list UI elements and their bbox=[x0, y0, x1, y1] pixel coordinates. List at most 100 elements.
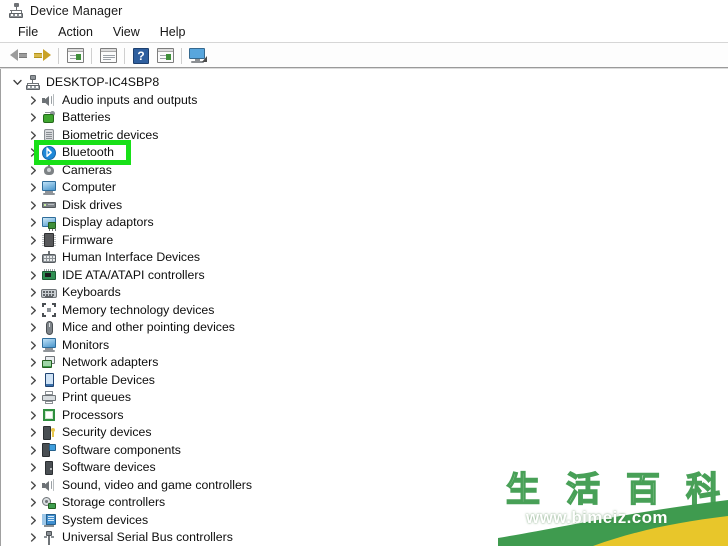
toolbar: ? bbox=[0, 43, 728, 68]
tree-row-portable-devices[interactable]: Portable Devices bbox=[1, 372, 728, 390]
tree-row-sound-video-and-game-controllers[interactable]: Sound, video and game controllers bbox=[1, 477, 728, 495]
monitor-icon bbox=[41, 337, 57, 353]
software-component-icon bbox=[41, 442, 57, 458]
tree-row-processors[interactable]: Processors bbox=[1, 407, 728, 425]
chevron-right-icon[interactable] bbox=[25, 494, 41, 511]
chevron-right-icon[interactable] bbox=[25, 337, 41, 354]
device-tree-pane[interactable]: DESKTOP-IC4SBP8 Audio inputs and outputs… bbox=[0, 69, 728, 546]
tree-root-label: DESKTOP-IC4SBP8 bbox=[46, 75, 160, 90]
tree-row-software-devices[interactable]: Software devices bbox=[1, 459, 728, 477]
chevron-right-icon[interactable] bbox=[25, 442, 41, 459]
chevron-right-icon[interactable] bbox=[25, 319, 41, 336]
tree-row-human-interface-devices[interactable]: Human Interface Devices bbox=[1, 249, 728, 267]
tree-row-monitors[interactable]: Monitors bbox=[1, 337, 728, 355]
tree-row-display-adaptors[interactable]: Display adaptors bbox=[1, 214, 728, 232]
menu-item-file[interactable]: File bbox=[8, 23, 48, 41]
usb-icon bbox=[41, 530, 57, 546]
chevron-right-icon[interactable] bbox=[25, 214, 41, 231]
memory-icon bbox=[41, 302, 57, 318]
chevron-right-icon[interactable] bbox=[25, 284, 41, 301]
forward-button[interactable] bbox=[30, 45, 54, 67]
chevron-right-icon[interactable] bbox=[25, 407, 41, 424]
menu-item-view[interactable]: View bbox=[103, 23, 150, 41]
tree-row-ide-ata-atapi-controllers[interactable]: IDE ATA/ATAPI controllers bbox=[1, 267, 728, 285]
chevron-right-icon[interactable] bbox=[25, 459, 41, 476]
firmware-chip-icon bbox=[41, 232, 57, 248]
tree-item-label: Display adaptors bbox=[62, 215, 154, 230]
tree-row-batteries[interactable]: Batteries bbox=[1, 109, 728, 127]
tree-item-label: IDE ATA/ATAPI controllers bbox=[62, 267, 205, 282]
chevron-right-icon[interactable] bbox=[25, 249, 41, 266]
tree-row-memory-technology-devices[interactable]: Memory technology devices bbox=[1, 302, 728, 320]
tree-row-cameras[interactable]: Cameras bbox=[1, 162, 728, 180]
speaker-icon bbox=[41, 477, 57, 493]
ide-controller-icon bbox=[41, 267, 57, 283]
menu-item-help[interactable]: Help bbox=[150, 23, 196, 41]
chevron-right-icon[interactable] bbox=[25, 109, 41, 126]
device-manager-window: Device Manager File Action View Help ? D… bbox=[0, 0, 728, 546]
chevron-right-icon[interactable] bbox=[25, 354, 41, 371]
chevron-right-icon[interactable] bbox=[25, 232, 41, 249]
window-title: Device Manager bbox=[30, 3, 123, 18]
tree-row-universal-serial-bus-controllers[interactable]: Universal Serial Bus controllers bbox=[1, 529, 728, 546]
tree-item-label: Print queues bbox=[62, 390, 132, 405]
scan-hardware-button[interactable] bbox=[186, 45, 210, 67]
tree-item-label: Cameras bbox=[62, 162, 112, 177]
tree-row-security-devices[interactable]: Security devices bbox=[1, 424, 728, 442]
tree-row-biometric-devices[interactable]: Biometric devices bbox=[1, 127, 728, 145]
chevron-right-icon[interactable] bbox=[25, 302, 41, 319]
chevron-right-icon[interactable] bbox=[25, 144, 41, 161]
tree-item-label: Network adapters bbox=[62, 355, 159, 370]
toolbar-divider-2 bbox=[91, 47, 92, 64]
portable-device-icon bbox=[41, 372, 57, 388]
chevron-right-icon[interactable] bbox=[25, 162, 41, 179]
chevron-right-icon[interactable] bbox=[25, 179, 41, 196]
chevron-right-icon[interactable] bbox=[25, 92, 41, 109]
chevron-right-icon[interactable] bbox=[25, 477, 41, 494]
tree-row-audio-inputs-and-outputs[interactable]: Audio inputs and outputs bbox=[1, 92, 728, 110]
update-driver-button[interactable] bbox=[96, 45, 120, 67]
tree-row-mice-and-other-pointing-devices[interactable]: Mice and other pointing devices bbox=[1, 319, 728, 337]
tree-item-label: Software components bbox=[62, 442, 181, 457]
disk-drive-icon bbox=[41, 197, 57, 213]
tree-row-firmware[interactable]: Firmware bbox=[1, 232, 728, 250]
tree-item-label: Monitors bbox=[62, 337, 110, 352]
biometric-icon bbox=[41, 127, 57, 143]
chevron-right-icon[interactable] bbox=[25, 512, 41, 529]
tree-row-storage-controllers[interactable]: Storage controllers bbox=[1, 494, 728, 512]
enable-device-button[interactable] bbox=[153, 45, 177, 67]
help-button[interactable]: ? bbox=[129, 45, 153, 67]
tree-row-root[interactable]: DESKTOP-IC4SBP8 bbox=[1, 74, 728, 92]
tree-row-computer[interactable]: Computer bbox=[1, 179, 728, 197]
back-button[interactable] bbox=[6, 45, 30, 67]
tree-row-bluetooth[interactable]: Bluetooth bbox=[1, 144, 728, 162]
chevron-right-icon[interactable] bbox=[25, 372, 41, 389]
chevron-right-icon[interactable] bbox=[25, 529, 41, 546]
chevron-right-icon[interactable] bbox=[25, 197, 41, 214]
mouse-icon bbox=[41, 320, 57, 336]
chevron-right-icon[interactable] bbox=[25, 389, 41, 406]
chevron-right-icon[interactable] bbox=[25, 424, 41, 441]
tree-row-system-devices[interactable]: System devices bbox=[1, 512, 728, 530]
tree-row-network-adapters[interactable]: Network adapters bbox=[1, 354, 728, 372]
properties-button[interactable] bbox=[63, 45, 87, 67]
chevron-down-icon[interactable] bbox=[9, 74, 25, 91]
title-bar: Device Manager bbox=[0, 0, 728, 21]
display-adapter-icon bbox=[41, 215, 57, 231]
tree-row-keyboards[interactable]: Keyboards bbox=[1, 284, 728, 302]
toolbar-divider-3 bbox=[124, 47, 125, 64]
toolbar-divider-4 bbox=[181, 47, 182, 64]
chevron-right-icon[interactable] bbox=[25, 267, 41, 284]
tree-item-label: Audio inputs and outputs bbox=[62, 92, 198, 107]
device-manager-icon bbox=[8, 2, 24, 19]
tree-row-software-components[interactable]: Software components bbox=[1, 442, 728, 460]
tree-item-label: Disk drives bbox=[62, 197, 123, 212]
chevron-right-icon[interactable] bbox=[25, 127, 41, 144]
monitor-icon bbox=[41, 180, 57, 196]
keyboard-icon bbox=[41, 285, 57, 301]
tree-row-print-queues[interactable]: Print queues bbox=[1, 389, 728, 407]
storage-controller-icon bbox=[41, 495, 57, 511]
help-icon: ? bbox=[133, 47, 149, 64]
tree-row-disk-drives[interactable]: Disk drives bbox=[1, 197, 728, 215]
menu-item-action[interactable]: Action bbox=[48, 23, 103, 41]
